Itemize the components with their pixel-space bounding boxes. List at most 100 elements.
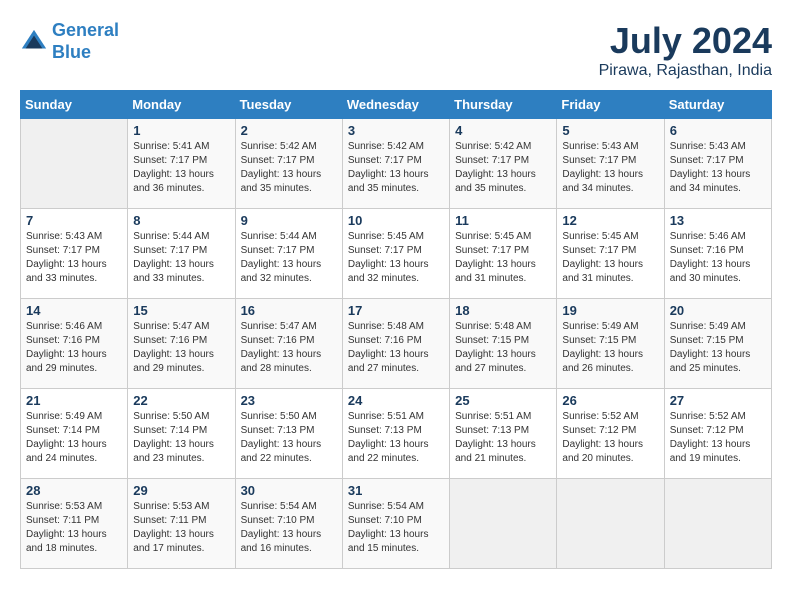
calendar-day-cell: 15Sunrise: 5:47 AMSunset: 7:16 PMDayligh…	[128, 299, 235, 389]
day-number: 15	[133, 303, 229, 318]
calendar-day-cell: 27 Sunrise: 5:52 AMSunset: 7:12 PMDayligh…	[664, 389, 771, 479]
day-number: 29	[133, 483, 229, 498]
calendar-day-cell: 9Sunrise: 5:44 AMSunset: 7:17 PMDaylight…	[235, 209, 342, 299]
day-number: 2	[241, 123, 337, 138]
day-number: 17	[348, 303, 444, 318]
day-info: Sunrise: 5:45 AMSunset: 7:17 PMDaylight:…	[348, 230, 444, 286]
day-info: Sunrise: 5:49 AMSunset: 7:14 PMDaylight:…	[26, 410, 122, 466]
day-info: Sunrise: 5:43 AMSunset: 7:17 PMDaylight:…	[670, 140, 766, 196]
calendar-day-cell: 28 Sunrise: 5:53 AMSunset: 7:11 PMDayligh…	[21, 479, 128, 569]
day-info: Sunrise: 5:51 AMSunset: 7:13 PMDaylight:…	[348, 410, 444, 466]
calendar-day-cell	[664, 479, 771, 569]
calendar-week-row: 21Sunrise: 5:49 AMSunset: 7:14 PMDayligh…	[21, 389, 772, 479]
day-number: 28	[26, 483, 122, 498]
calendar-day-cell: 14Sunrise: 5:46 AMSunset: 7:16 PMDayligh…	[21, 299, 128, 389]
day-number: 18	[455, 303, 551, 318]
calendar-day-cell: 1Sunrise: 5:41 AMSunset: 7:17 PMDaylight…	[128, 119, 235, 209]
day-info: Sunrise: 5:46 AMSunset: 7:16 PMDaylight:…	[670, 230, 766, 286]
day-number: 5	[562, 123, 658, 138]
calendar-day-cell: 19 Sunrise: 5:49 AMSunset: 7:15 PMDayligh…	[557, 299, 664, 389]
logo-text: General Blue	[52, 20, 119, 63]
calendar-day-cell: 29 Sunrise: 5:53 AMSunset: 7:11 PMDayligh…	[128, 479, 235, 569]
day-info: Sunrise: 5:41 AMSunset: 7:17 PMDaylight:…	[133, 140, 229, 196]
day-info: Sunrise: 5:44 AMSunset: 7:17 PMDaylight:…	[133, 230, 229, 286]
calendar-day-cell	[21, 119, 128, 209]
day-info: Sunrise: 5:49 AMSunset: 7:15 PMDaylight:…	[670, 320, 766, 376]
calendar-day-cell: 10 Sunrise: 5:45 AMSunset: 7:17 PMDayligh…	[342, 209, 449, 299]
logo: General Blue	[20, 20, 119, 63]
calendar-day-cell: 7 Sunrise: 5:43 AMSunset: 7:17 PMDaylight…	[21, 209, 128, 299]
day-info: Sunrise: 5:53 AMSunset: 7:11 PMDaylight:…	[133, 500, 229, 556]
weekday-header-cell: Wednesday	[342, 91, 449, 119]
day-number: 11	[455, 213, 551, 228]
day-number: 4	[455, 123, 551, 138]
title-block: July 2024 Pirawa, Rajasthan, India	[599, 20, 772, 80]
day-number: 8	[133, 213, 229, 228]
day-number: 31	[348, 483, 444, 498]
calendar-week-row: 1Sunrise: 5:41 AMSunset: 7:17 PMDaylight…	[21, 119, 772, 209]
day-info: Sunrise: 5:52 AMSunset: 7:12 PMDaylight:…	[562, 410, 658, 466]
calendar-day-cell: 25 Sunrise: 5:51 AMSunset: 7:13 PMDayligh…	[450, 389, 557, 479]
day-info: Sunrise: 5:48 AMSunset: 7:15 PMDaylight:…	[455, 320, 551, 376]
day-number: 13	[670, 213, 766, 228]
calendar-day-cell: 12Sunrise: 5:45 AMSunset: 7:17 PMDayligh…	[557, 209, 664, 299]
calendar-day-cell: 16 Sunrise: 5:47 AMSunset: 7:16 PMDayligh…	[235, 299, 342, 389]
calendar-day-cell: 30 Sunrise: 5:54 AMSunset: 7:10 PMDayligh…	[235, 479, 342, 569]
day-info: Sunrise: 5:54 AMSunset: 7:10 PMDaylight:…	[241, 500, 337, 556]
day-number: 14	[26, 303, 122, 318]
day-info: Sunrise: 5:42 AMSunset: 7:17 PMDaylight:…	[455, 140, 551, 196]
calendar-day-cell: 26 Sunrise: 5:52 AMSunset: 7:12 PMDayligh…	[557, 389, 664, 479]
day-info: Sunrise: 5:45 AMSunset: 7:17 PMDaylight:…	[562, 230, 658, 286]
calendar-day-cell: 31 Sunrise: 5:54 AMSunset: 7:10 PMDayligh…	[342, 479, 449, 569]
day-number: 24	[348, 393, 444, 408]
day-info: Sunrise: 5:54 AMSunset: 7:10 PMDaylight:…	[348, 500, 444, 556]
weekday-header-cell: Tuesday	[235, 91, 342, 119]
day-number: 27	[670, 393, 766, 408]
day-info: Sunrise: 5:47 AMSunset: 7:16 PMDaylight:…	[241, 320, 337, 376]
day-info: Sunrise: 5:50 AMSunset: 7:13 PMDaylight:…	[241, 410, 337, 466]
day-number: 10	[348, 213, 444, 228]
day-info: Sunrise: 5:50 AMSunset: 7:14 PMDaylight:…	[133, 410, 229, 466]
calendar-day-cell: 13 Sunrise: 5:46 AMSunset: 7:16 PMDayligh…	[664, 209, 771, 299]
calendar-week-row: 14Sunrise: 5:46 AMSunset: 7:16 PMDayligh…	[21, 299, 772, 389]
calendar-day-cell: 21Sunrise: 5:49 AMSunset: 7:14 PMDayligh…	[21, 389, 128, 479]
day-number: 30	[241, 483, 337, 498]
day-number: 3	[348, 123, 444, 138]
day-info: Sunrise: 5:53 AMSunset: 7:11 PMDaylight:…	[26, 500, 122, 556]
calendar-day-cell: 22Sunrise: 5:50 AMSunset: 7:14 PMDayligh…	[128, 389, 235, 479]
day-info: Sunrise: 5:45 AMSunset: 7:17 PMDaylight:…	[455, 230, 551, 286]
day-info: Sunrise: 5:44 AMSunset: 7:17 PMDaylight:…	[241, 230, 337, 286]
day-number: 20	[670, 303, 766, 318]
day-info: Sunrise: 5:51 AMSunset: 7:13 PMDaylight:…	[455, 410, 551, 466]
weekday-header-cell: Saturday	[664, 91, 771, 119]
calendar-day-cell	[557, 479, 664, 569]
day-number: 19	[562, 303, 658, 318]
day-number: 7	[26, 213, 122, 228]
day-info: Sunrise: 5:42 AMSunset: 7:17 PMDaylight:…	[241, 140, 337, 196]
day-info: Sunrise: 5:42 AMSunset: 7:17 PMDaylight:…	[348, 140, 444, 196]
calendar-table: SundayMondayTuesdayWednesdayThursdayFrid…	[20, 90, 772, 569]
calendar-day-cell: 4 Sunrise: 5:42 AMSunset: 7:17 PMDaylight…	[450, 119, 557, 209]
day-info: Sunrise: 5:52 AMSunset: 7:12 PMDaylight:…	[670, 410, 766, 466]
day-info: Sunrise: 5:43 AMSunset: 7:17 PMDaylight:…	[26, 230, 122, 286]
logo-icon	[20, 28, 48, 56]
day-info: Sunrise: 5:49 AMSunset: 7:15 PMDaylight:…	[562, 320, 658, 376]
calendar-day-cell: 17Sunrise: 5:48 AMSunset: 7:16 PMDayligh…	[342, 299, 449, 389]
weekday-header-cell: Monday	[128, 91, 235, 119]
calendar-day-cell: 8 Sunrise: 5:44 AMSunset: 7:17 PMDaylight…	[128, 209, 235, 299]
calendar-day-cell	[450, 479, 557, 569]
calendar-day-cell: 23Sunrise: 5:50 AMSunset: 7:13 PMDayligh…	[235, 389, 342, 479]
calendar-day-cell: 5 Sunrise: 5:43 AMSunset: 7:17 PMDaylight…	[557, 119, 664, 209]
month-year: July 2024	[599, 20, 772, 62]
day-info: Sunrise: 5:43 AMSunset: 7:17 PMDaylight:…	[562, 140, 658, 196]
day-number: 26	[562, 393, 658, 408]
calendar-day-cell: 2 Sunrise: 5:42 AMSunset: 7:17 PMDaylight…	[235, 119, 342, 209]
day-number: 16	[241, 303, 337, 318]
day-number: 6	[670, 123, 766, 138]
calendar-week-row: 7 Sunrise: 5:43 AMSunset: 7:17 PMDaylight…	[21, 209, 772, 299]
calendar-day-cell: 6 Sunrise: 5:43 AMSunset: 7:17 PMDaylight…	[664, 119, 771, 209]
location: Pirawa, Rajasthan, India	[599, 62, 772, 80]
calendar-body: 1Sunrise: 5:41 AMSunset: 7:17 PMDaylight…	[21, 119, 772, 569]
calendar-day-cell: 20 Sunrise: 5:49 AMSunset: 7:15 PMDayligh…	[664, 299, 771, 389]
day-number: 25	[455, 393, 551, 408]
